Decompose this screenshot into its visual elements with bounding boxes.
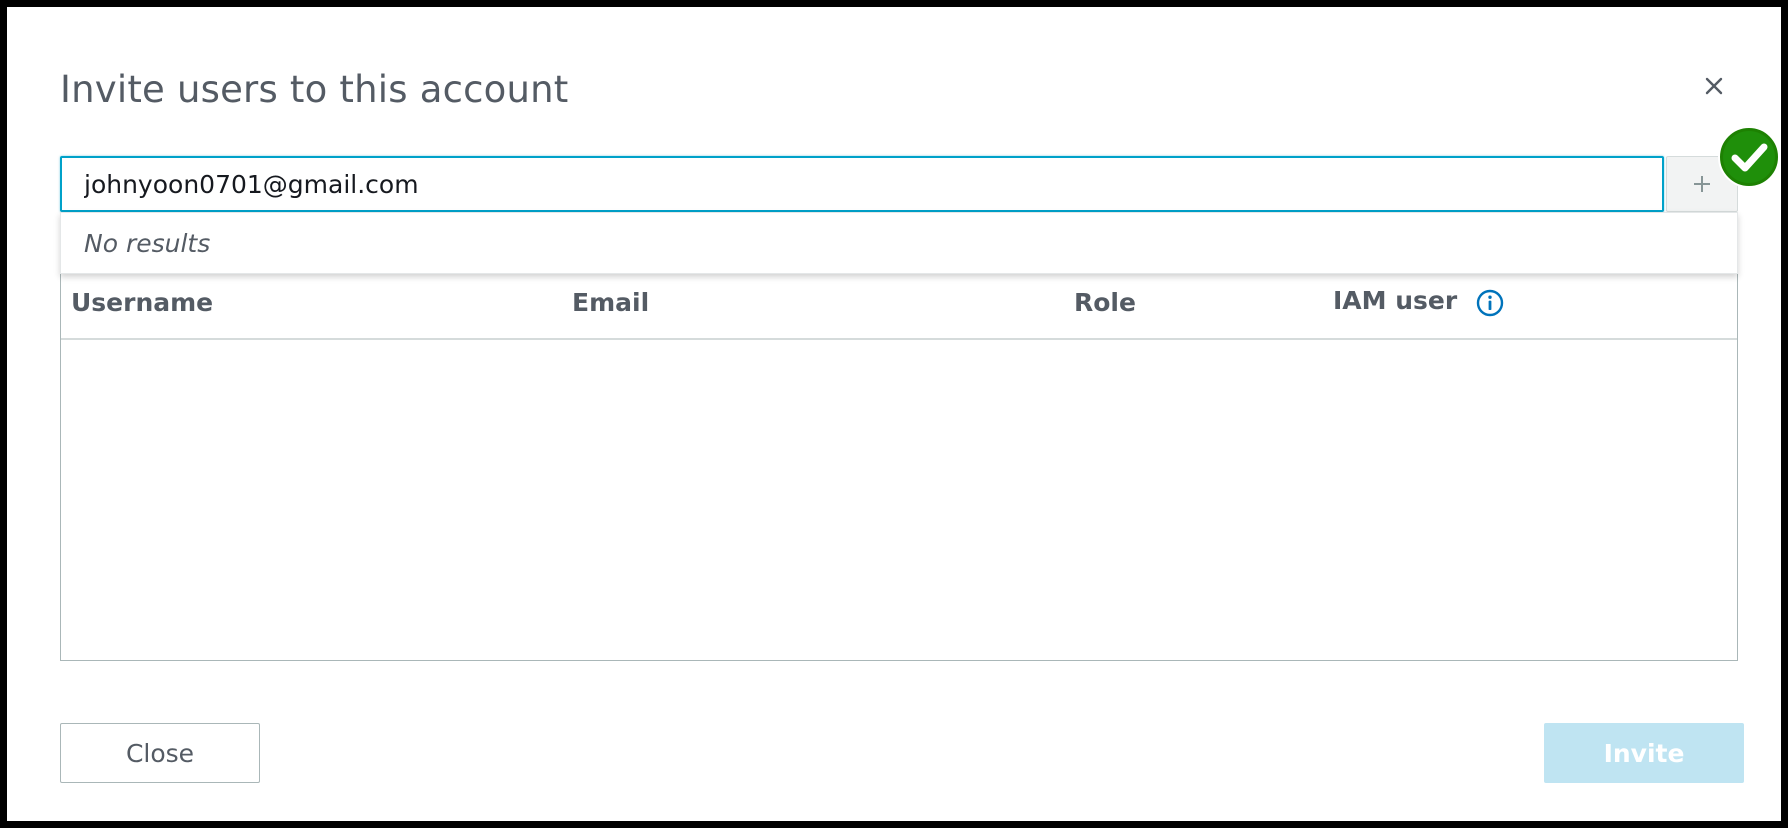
invite-users-dialog: Invite users to this account No results … — [7, 7, 1781, 821]
autocomplete-dropdown: No results — [60, 212, 1738, 274]
screenshot-frame: Invite users to this account No results … — [0, 0, 1788, 828]
close-icon[interactable] — [1701, 73, 1727, 99]
plus-icon — [1694, 176, 1710, 192]
email-input[interactable] — [60, 156, 1664, 212]
column-header-username: Username — [71, 288, 214, 317]
check-circle-icon — [1716, 124, 1782, 190]
column-header-iam-user: IAM user — [1333, 286, 1458, 315]
column-header-role: Role — [1074, 288, 1136, 317]
invite-button[interactable]: Invite — [1544, 723, 1744, 783]
column-header-email: Email — [572, 288, 650, 317]
users-table: Username Email Role IAM user — [60, 247, 1738, 661]
info-icon[interactable] — [1475, 288, 1505, 318]
dialog-title: Invite users to this account — [60, 68, 569, 111]
no-results-message: No results — [84, 229, 211, 258]
close-button[interactable]: Close — [60, 723, 260, 783]
